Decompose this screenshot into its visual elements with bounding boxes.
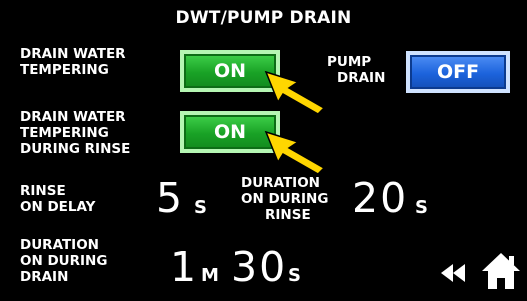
- duration-drain-seconds-unit: S: [288, 265, 301, 286]
- label-line: TEMPERING: [20, 125, 109, 141]
- duration-drain-label: DURATION ON DURING DRAIN: [20, 237, 107, 285]
- home-icon[interactable]: [481, 252, 521, 290]
- duration-rinse-value[interactable]: 20: [352, 178, 408, 219]
- label-line: PUMP: [327, 54, 372, 70]
- label-line: DRAIN WATER: [20, 46, 126, 62]
- label-line: TEMPERING: [20, 62, 109, 78]
- drain-water-tempering-label: DRAIN WATER TEMPERING: [20, 46, 126, 78]
- duration-drain-minutes-unit: M: [201, 265, 219, 286]
- back-rewind-icon[interactable]: [440, 262, 466, 284]
- rinse-on-delay-value[interactable]: 5: [156, 178, 182, 219]
- rinse-on-delay-label: RINSE ON DELAY: [20, 183, 95, 215]
- duration-rinse-label: DURATION ON DURING RINSE: [241, 175, 328, 223]
- label-line: DRAIN: [337, 70, 386, 86]
- drain-water-tempering-rinse-label: DRAIN WATER TEMPERING DURING RINSE: [20, 109, 130, 157]
- duration-rinse-unit: S: [415, 197, 428, 218]
- label-line: DRAIN: [20, 269, 69, 285]
- label-line: DURATION: [20, 237, 99, 253]
- pump-drain-toggle[interactable]: OFF: [406, 51, 510, 93]
- rinse-on-delay-unit: S: [194, 197, 207, 218]
- label-line: DRAIN WATER: [20, 109, 126, 125]
- pump-drain-label: PUMP DRAIN: [327, 54, 385, 86]
- label-line: ON DURING: [20, 253, 108, 269]
- label-line: ON DELAY: [20, 199, 96, 215]
- label-line: RINSE: [265, 207, 311, 223]
- label-line: DURATION: [241, 175, 320, 191]
- label-line: RINSE: [20, 183, 66, 199]
- page-title: DWT/PUMP DRAIN: [175, 8, 352, 28]
- dwt-pump-drain-screen: DWT/PUMP DRAIN DRAIN WATER TEMPERING ON …: [0, 0, 527, 301]
- duration-drain-minutes-value[interactable]: 1: [170, 247, 196, 288]
- duration-drain-seconds-value[interactable]: 30: [231, 247, 287, 288]
- label-line: ON DURING: [241, 191, 329, 207]
- yellow-arrow-icon: [264, 130, 326, 175]
- yellow-arrow-icon: [264, 70, 326, 115]
- label-line: DURING RINSE: [20, 141, 131, 157]
